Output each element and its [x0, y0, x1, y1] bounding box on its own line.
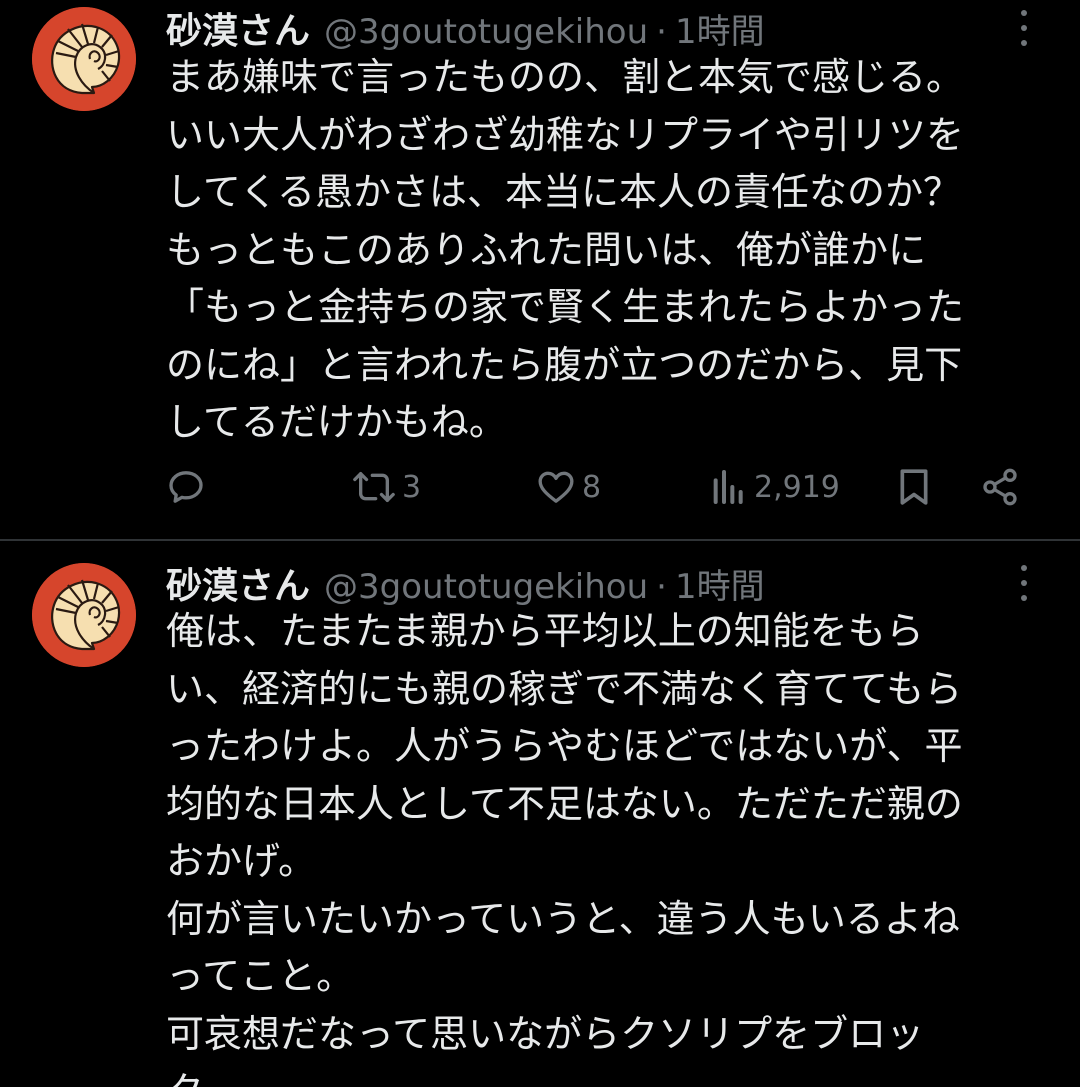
like-button[interactable]: 8	[536, 462, 601, 512]
display-name[interactable]: 砂漠さん	[166, 557, 310, 609]
timestamp[interactable]: 1時間	[675, 4, 765, 53]
bookmark-button[interactable]	[894, 462, 934, 512]
timestamp[interactable]: 1時間	[675, 559, 765, 608]
reply-icon	[169, 471, 203, 503]
text-line: おかげ。	[166, 839, 317, 883]
retweet-count: 3	[402, 469, 422, 505]
text-line: まあ嫌味で言ったものの、割と本気で感じる。	[166, 55, 965, 99]
tweet-header: 砂漠さん @3goutotugekihou · 1時間	[166, 2, 765, 52]
tweet-header: 砂漠さん @3goutotugekihou · 1時間	[166, 557, 765, 607]
text-line: ったわけよ。人がうらやむほどではないが、平	[166, 724, 963, 768]
bookmark-icon	[900, 469, 928, 505]
like-count: 8	[582, 469, 602, 505]
text-line: 可哀想だなって思いながらクソリプをブロッ	[166, 1011, 925, 1056]
more-vertical-icon[interactable]	[1010, 561, 1038, 605]
retweet-icon	[353, 472, 395, 502]
share-button[interactable]	[980, 462, 1020, 512]
action-bar: 3 8 2,919	[166, 462, 1046, 512]
ammonite-shell-icon	[32, 563, 136, 667]
text-line: 何が言いたいかっていうと、違う人もいるよね	[166, 896, 960, 941]
text-line: 「もっと金持ちの家で賢く生まれたらよかった	[166, 285, 965, 329]
tweet-text: 俺は、たまたま親から平均以上の知能をもら い、経済的にも親の稼ぎで不満なく育てても…	[166, 603, 1066, 1087]
more-vertical-icon[interactable]	[1010, 6, 1038, 50]
tweet[interactable]: 砂漠さん @3goutotugekihou · 1時間 俺は、たまたま親から平均…	[0, 541, 1080, 1087]
text-line: してくる愚かさは、本当に本人の責任なのか？	[166, 170, 961, 214]
user-handle[interactable]: @3goutotugekihou	[324, 12, 648, 52]
text-line: してるだけかもね。	[166, 400, 507, 444]
text-line: 均的な日本人として不足はない。ただただ親の	[166, 781, 963, 826]
avatar[interactable]	[32, 7, 136, 111]
text-line: ク。	[166, 1063, 1066, 1087]
share-icon	[983, 468, 1017, 506]
separator-dot: ·	[656, 12, 667, 52]
tweet-text: まあ嫌味で言ったものの、割と本気で感じる。 いい大人がわざわざ幼稚なリプライや引リ…	[166, 49, 1066, 452]
reply-button[interactable]	[166, 462, 206, 512]
text-line: ってこと。	[166, 954, 355, 998]
text-line: い、経済的にも親の稼ぎで不満なく育ててもら	[166, 666, 963, 711]
separator-dot: ·	[656, 567, 667, 607]
views-button[interactable]: 2,919	[710, 462, 840, 512]
tweet[interactable]: 砂漠さん @3goutotugekihou · 1時間 まあ嫌味で言ったものの、…	[0, 0, 1080, 540]
text-line: のにね」と言われたら腹が立つのだから、見下	[166, 342, 963, 387]
display-name[interactable]: 砂漠さん	[166, 2, 310, 54]
view-count: 2,919	[754, 469, 840, 505]
heart-icon	[538, 471, 574, 503]
text-line: 俺は、たまたま親から平均以上の知能をもら	[166, 609, 924, 653]
retweet-button[interactable]: 3	[352, 462, 421, 512]
ammonite-shell-icon	[32, 7, 136, 111]
avatar[interactable]	[32, 563, 136, 667]
views-bar-chart-icon	[713, 470, 743, 504]
user-handle[interactable]: @3goutotugekihou	[324, 567, 648, 607]
text-line: もっともこのありふれた問いは、俺が誰かに	[166, 227, 927, 272]
text-line: いい大人がわざわざ幼稚なリプライや引リツを	[166, 112, 965, 157]
